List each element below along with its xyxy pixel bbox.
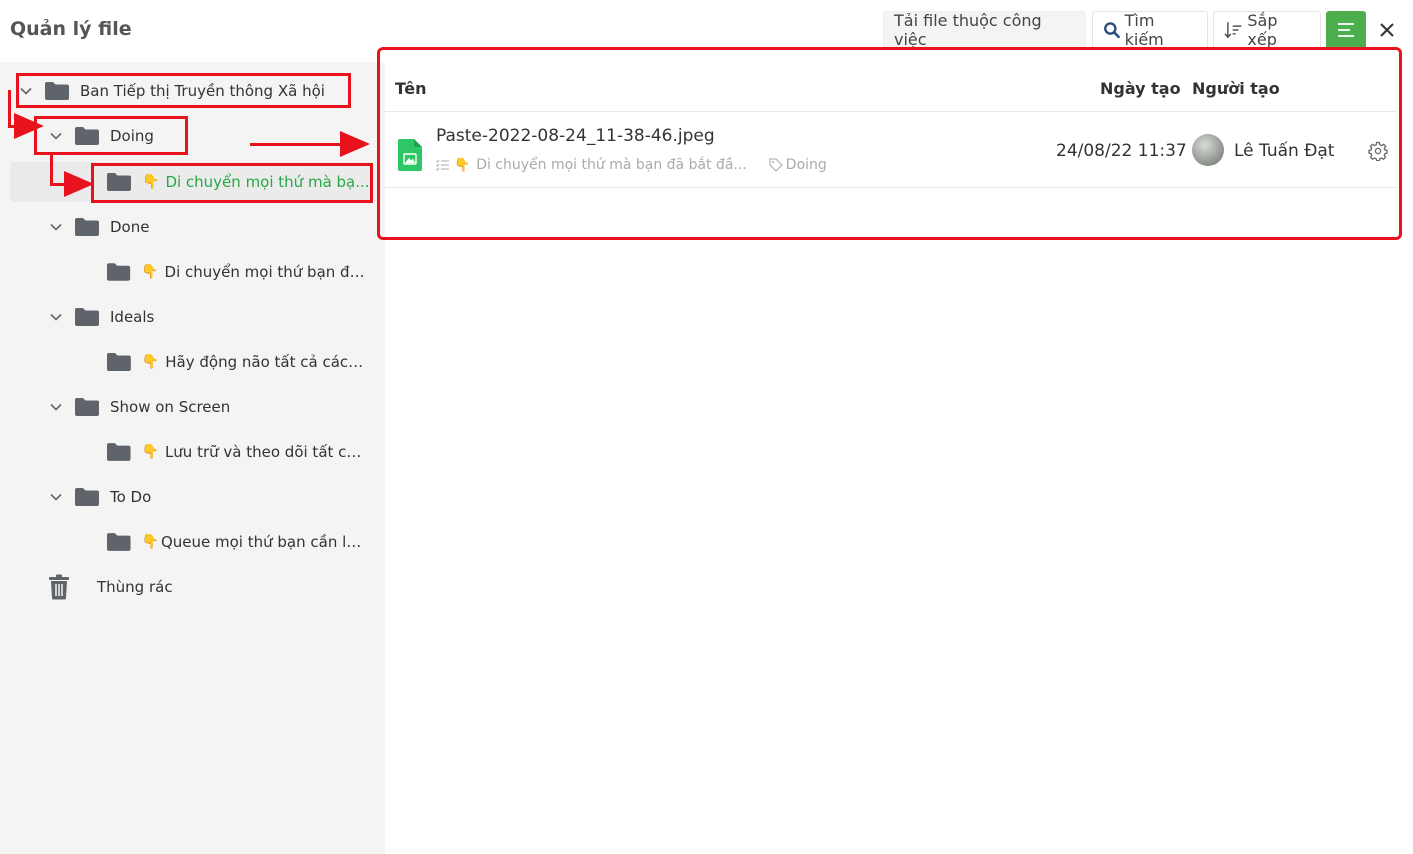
chevron-down-icon <box>50 403 62 411</box>
tree-folder-label: Show on Screen <box>110 398 231 416</box>
folder-icon <box>75 398 99 416</box>
annotation-box-subfolder <box>91 163 373 203</box>
pointing-down-emoji: 👇 <box>141 354 160 370</box>
pointing-down-emoji: 👇 <box>141 534 159 550</box>
menu-toggle-button[interactable] <box>1326 11 1366 49</box>
search-button-label: Tìm kiếm <box>1124 11 1164 49</box>
annotation-box-root <box>16 73 351 108</box>
trash-label: Thùng rác <box>97 578 173 596</box>
tree-folder-to-do[interactable]: To Do <box>48 477 151 517</box>
sort-button[interactable]: Sắp xếp <box>1213 11 1321 49</box>
tree-folder-show-on-screen[interactable]: Show on Screen <box>48 387 230 427</box>
tree-folder-label: Done <box>110 218 150 236</box>
page-title: Quản lý file <box>10 18 132 40</box>
tree-subfolder-to-do[interactable]: 👇 Queue mọi thứ bạn cần là... <box>106 522 366 562</box>
pointing-down-emoji: 👇 <box>141 444 159 460</box>
pointing-down-emoji: 👇 <box>141 264 159 280</box>
file-manager-window: Quản lý file Tải file thuộc công việc Tì… <box>0 0 1413 854</box>
folder-icon <box>106 443 131 461</box>
tree-subfolder-label: Lưu trữ và theo dõi tất cả... <box>164 443 366 461</box>
folder-icon <box>75 218 99 236</box>
tree-folder-label: To Do <box>110 488 152 506</box>
search-icon <box>1104 22 1120 39</box>
folder-icon <box>106 533 131 551</box>
annotation-arrow-2-head <box>64 171 94 197</box>
tree-folder-done[interactable]: Done <box>48 207 149 247</box>
tree-subfolder-label: Hãy động não tất cả các ... <box>165 353 366 371</box>
tree-subfolder-show-on-screen[interactable]: 👇 Lưu trữ và theo dõi tất cả... <box>106 432 366 472</box>
folder-icon <box>106 353 131 371</box>
sort-button-label: Sắp xếp <box>1247 11 1278 49</box>
folder-icon <box>106 263 131 281</box>
folder-icon <box>75 308 99 326</box>
annotation-box-doing <box>34 116 188 155</box>
tree-subfolder-ideals[interactable]: 👇 Hãy động não tất cả các ... <box>106 342 366 382</box>
chevron-down-icon <box>50 493 62 501</box>
close-button[interactable] <box>1374 15 1400 45</box>
tree-subfolder-done[interactable]: 👇 Di chuyển mọi thứ bạn đã... <box>106 252 366 292</box>
trash-icon <box>49 574 69 600</box>
search-button[interactable]: Tìm kiếm <box>1092 11 1208 49</box>
sort-icon <box>1224 22 1242 39</box>
tree-folder-ideals[interactable]: Ideals <box>48 297 154 337</box>
folder-icon <box>75 488 99 506</box>
annotation-arrow-3-head <box>340 131 370 157</box>
download-task-files-button[interactable]: Tải file thuộc công việc <box>883 11 1086 49</box>
chevron-down-icon <box>50 313 62 321</box>
annotation-arrow-2-line <box>50 152 53 186</box>
tree-subfolder-label: Queue mọi thứ bạn cần là... <box>160 533 366 551</box>
annotation-box-file-list <box>377 47 1402 240</box>
download-task-files-label: Tải file thuộc công việc <box>894 11 1042 49</box>
tree-subfolder-label: Di chuyển mọi thứ bạn đã... <box>164 263 366 281</box>
annotation-arrow-1-line <box>8 90 11 128</box>
trash-item[interactable]: Thùng rác <box>48 567 173 607</box>
annotation-arrow-1-head <box>14 113 44 139</box>
chevron-down-icon <box>50 223 62 231</box>
close-icon <box>1380 23 1394 37</box>
menu-lines-icon <box>1338 23 1354 37</box>
annotation-arrow-3-line <box>250 143 342 146</box>
tree-folder-label: Ideals <box>110 308 155 326</box>
